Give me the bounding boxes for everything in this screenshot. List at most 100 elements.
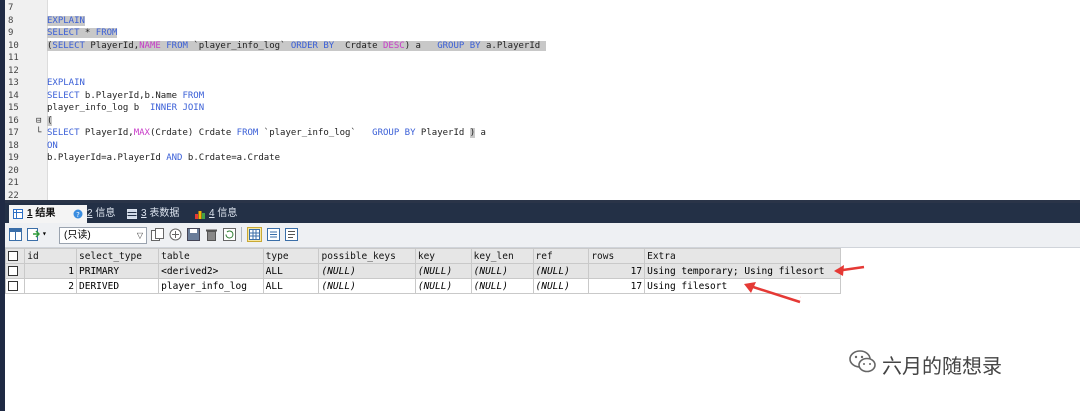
cell-key-len[interactable]: (NULL) [470,263,534,279]
fold-toggle-icon[interactable]: ⊟ [36,115,41,128]
readonly-mode-select[interactable]: (只读) ▽ [59,227,147,244]
tab-number: 1 [27,208,33,219]
cell-id[interactable]: 1 [24,263,77,279]
chart-info-icon [195,211,205,219]
code-line[interactable]: 11 [5,52,1080,65]
copy-icon[interactable] [151,228,164,241]
refresh-icon[interactable] [223,228,236,241]
toolbar-divider [241,227,242,242]
cell-possible-keys[interactable]: (NULL) [318,263,416,279]
code-line[interactable]: 15 player_info_log b INNER JOIN [5,102,1080,115]
code-line[interactable]: 17 └ SELECT PlayerId,MAX(Crdate) Crdate FR… [5,127,1080,140]
column-header[interactable]: key [414,248,472,264]
explain-result-grid: id select_type table type possible_keys … [4,248,841,294]
cell-key[interactable]: (NULL) [414,278,472,294]
code-line[interactable]: 18 ON [5,140,1080,153]
code-line[interactable]: 21 [5,177,1080,190]
code-text[interactable]: SELECT b.PlayerId,b.Name FROM [47,90,204,103]
save-icon[interactable] [187,228,200,241]
code-line[interactable]: 9 SELECT * FROM [5,27,1080,40]
line-number: 8 [8,15,14,26]
cell-select-type[interactable]: DERIVED [75,278,160,294]
select-value: (只读) [64,230,91,241]
table-data-icon [127,209,137,219]
table-row[interactable]: 1 PRIMARY <derived2> ALL (NULL) (NULL) (… [4,263,841,279]
line-number: 9 [8,28,14,38]
cell-rows[interactable]: 17 [588,263,646,279]
line-number: 21 [8,178,19,188]
code-line[interactable]: 7 [5,2,1080,15]
duplicate-row-icon[interactable] [169,228,182,241]
tab-label: 信息 [95,208,116,219]
column-header[interactable]: rows [588,248,646,264]
cell-type[interactable]: ALL [262,263,320,279]
code-line[interactable]: 10 (SELECT PlayerId,NAME FROM `player_inf… [5,40,1080,53]
delete-icon[interactable] [205,228,218,241]
row-checkbox[interactable] [4,278,26,294]
code-line[interactable]: 8 EXPLAIN [5,15,1080,28]
code-text[interactable]: (SELECT PlayerId,NAME FROM `player_info_… [47,40,546,53]
cell-rows[interactable]: 17 [588,278,646,294]
column-header[interactable]: id [24,248,77,264]
tab-table-data[interactable]: 3 表数据 [123,205,183,223]
code-line[interactable]: 14 SELECT b.PlayerId,b.Name FROM [5,90,1080,103]
cell-table[interactable]: player_info_log [158,278,264,294]
chevron-down-icon: ▽ [136,231,143,240]
code-line[interactable]: 19 b.PlayerId=a.PlayerId AND b.Crdate=a.C… [5,152,1080,165]
code-line[interactable]: 20 [5,165,1080,178]
cell-select-type[interactable]: PRIMARY [75,263,160,279]
code-line[interactable]: 16 ⊟ ( [5,115,1080,128]
table-result-icon [13,209,23,219]
code-text[interactable]: SELECT PlayerId,MAX(Crdate) Crdate FROM … [47,127,486,140]
cell-key-len[interactable]: (NULL) [470,278,534,294]
code-text[interactable]: ON [47,140,58,153]
line-number: 10 [8,40,19,51]
cell-ref[interactable]: (NULL) [532,278,590,294]
form-mode-icon[interactable] [267,228,280,241]
export-icon[interactable] [27,228,40,241]
cell-ref[interactable]: (NULL) [532,263,590,279]
line-number: 11 [8,53,19,63]
cell-type[interactable]: ALL [262,278,320,294]
wechat-icon [849,350,876,373]
tab-label: 信息 [217,208,238,219]
column-header[interactable]: type [262,248,320,264]
code-text[interactable]: b.PlayerId=a.PlayerId AND b.Crdate=a.Crd… [47,152,280,165]
code-line[interactable]: 12 [5,65,1080,78]
line-number: 19 [8,153,19,163]
tab-info[interactable]: ? 2 信息 [69,205,119,223]
red-arrow-icon [834,265,865,276]
fold-toggle-icon[interactable]: └ [36,127,41,140]
line-number: 15 [8,103,19,113]
row-checkbox[interactable] [4,263,26,279]
cell-table[interactable]: <derived2> [158,263,264,279]
code-text[interactable]: ( [47,115,53,128]
code-text[interactable]: player_info_log b INNER JOIN [47,102,204,115]
tab-info-2[interactable]: 4 信息 [191,205,241,223]
cell-key[interactable]: (NULL) [414,263,472,279]
column-header[interactable]: key_len [470,248,534,264]
tab-number: 2 [87,208,93,219]
tab-number: 4 [209,208,215,219]
grid-view-icon[interactable] [9,228,22,241]
column-header[interactable]: ref [532,248,590,264]
code-line[interactable]: 13 EXPLAIN [5,77,1080,90]
cell-id[interactable]: 2 [24,278,77,294]
code-text[interactable]: EXPLAIN [47,15,85,28]
annotation-arrows [800,265,865,298]
column-header[interactable]: select_type [75,248,160,264]
cell-possible-keys[interactable]: (NULL) [318,278,416,294]
table-row[interactable]: 2 DERIVED player_info_log ALL (NULL) (NU… [4,278,841,294]
text-mode-icon[interactable] [285,228,298,241]
select-all-checkbox[interactable] [4,248,26,264]
grid-mode-icon[interactable] [247,227,262,242]
code-text[interactable]: SELECT * FROM [47,27,118,40]
chevron-down-icon[interactable]: ▾ [42,229,47,238]
column-header[interactable]: possible_keys [318,248,416,264]
result-tabs: 1 结果 ? 2 信息 3 表数据 4 信息 [5,203,1080,223]
sql-editor[interactable]: 7 8 EXPLAIN 9 SELECT * FROM 10 (SELECT PlayerI… [5,0,1080,201]
line-number: 20 [8,165,19,176]
column-header[interactable]: table [158,248,264,264]
line-number: 18 [8,140,19,151]
code-text[interactable]: EXPLAIN [47,77,85,90]
